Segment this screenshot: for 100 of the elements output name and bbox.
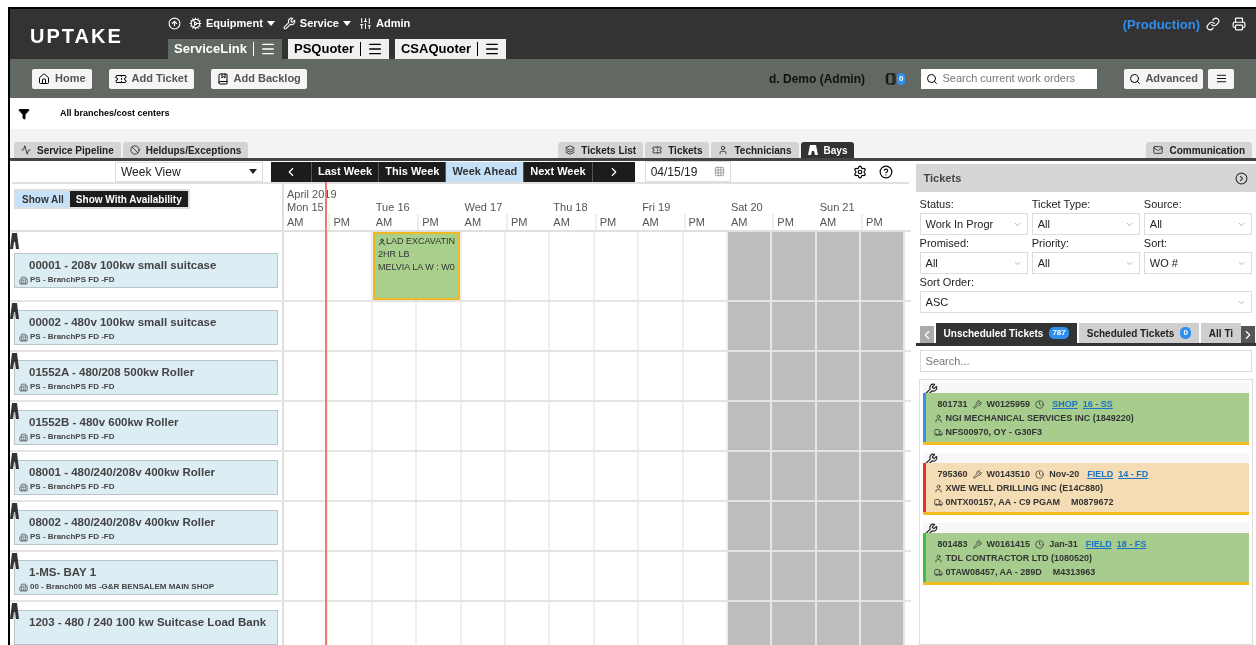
help-icon[interactable] — [878, 164, 893, 179]
nav-menu[interactable]: Service — [282, 15, 351, 32]
schedule-slot[interactable] — [816, 602, 862, 645]
schedule-slot[interactable] — [772, 602, 817, 645]
bay-card[interactable]: 01552A - 480/208 500kw Roller PS - BranchPS FD -FD — [14, 360, 278, 395]
schedule-slot[interactable] — [816, 502, 862, 550]
advanced-search-button[interactable]: Advanced — [1124, 68, 1203, 89]
view-tab[interactable]: Tickets — [645, 142, 710, 158]
search-box[interactable]: Search current work orders — [921, 68, 1098, 89]
view-tab[interactable]: Technicians — [711, 142, 799, 158]
ticket-card[interactable]: 795360 W0143510 Nov-20 FIELD 14 - FD XWE WELL DRILLING INC (E14C880) 0NTX00157, AA - C9 PGAM M0879672 — [922, 463, 1249, 515]
view-tab[interactable]: Tickets List — [558, 142, 644, 158]
bay-branch: PS - BranchPS FD -FD — [30, 331, 115, 344]
schedule-slot[interactable] — [772, 452, 817, 500]
upload-icon[interactable] — [168, 16, 181, 30]
schedule-slot[interactable] — [816, 352, 862, 400]
schedule-slot[interactable] — [727, 402, 773, 450]
scroll-right-button[interactable] — [1241, 326, 1256, 343]
day-label: Sun 21 — [818, 200, 856, 214]
ticket-tab[interactable]: Scheduled Tickets 0 — [1078, 323, 1199, 343]
link-icon[interactable] — [1206, 17, 1220, 31]
bay-card[interactable]: 01552B - 480v 600kw Roller PS - BranchPS FD -FD — [14, 410, 278, 445]
ticket-search-field[interactable]: Search... — [919, 350, 1252, 372]
filter-select[interactable]: All — [1031, 213, 1140, 235]
schedule-slot[interactable] — [816, 302, 862, 350]
bay-card[interactable]: 08002 - 480/240/208v 400kw Roller PS - BranchPS FD -FD — [14, 510, 278, 545]
bay-card[interactable]: 00002 - 480v 100kw small suitcase PS - BranchPS FD -FD — [14, 310, 278, 345]
menu-button[interactable] — [1208, 68, 1234, 89]
filter-select[interactable]: All — [1031, 252, 1140, 274]
filter-select[interactable]: All — [1143, 213, 1252, 235]
print-icon[interactable] — [1232, 17, 1246, 31]
half-day-label: PM — [861, 214, 906, 230]
schedule-slot[interactable] — [772, 502, 817, 550]
toolbar-button[interactable]: Add Ticket — [108, 68, 194, 89]
day-label: Mon 15 — [286, 200, 325, 214]
filter-select[interactable]: All — [919, 252, 1028, 274]
bay-card[interactable]: 00001 - 208v 100kw small suitcase PS - BranchPS FD -FD — [14, 253, 278, 288]
view-tab[interactable]: Bays — [800, 142, 855, 158]
week-nav-button[interactable]: Week Ahead — [446, 161, 525, 182]
view-tab[interactable]: Service Pipeline — [14, 142, 121, 158]
nav-menu[interactable]: Equipment — [189, 15, 275, 32]
ticket-date: Nov-20 — [1049, 468, 1080, 481]
app-tab[interactable]: CSAQuoter — [394, 39, 507, 59]
nav-menu[interactable]: Admin — [359, 15, 411, 32]
expand-icon[interactable] — [1235, 171, 1248, 185]
filter-select[interactable]: Work In Progr — [919, 213, 1028, 235]
schedule-slot[interactable] — [861, 402, 906, 450]
schedule-slot[interactable] — [772, 232, 817, 300]
schedule-slot[interactable] — [727, 502, 773, 550]
truck-icon — [933, 427, 943, 437]
schedule-slot[interactable] — [861, 232, 906, 300]
schedule-slot[interactable] — [816, 452, 862, 500]
search-field[interactable]: Search current work orders — [942, 70, 1093, 87]
ticket-tab[interactable]: All Ti — [1200, 323, 1242, 343]
toolbar-button[interactable]: Home — [32, 68, 92, 89]
schedule-slot[interactable] — [816, 232, 862, 300]
schedule-slot[interactable] — [861, 452, 906, 500]
ticket-tab[interactable]: Unscheduled Tickets 787 — [935, 323, 1077, 343]
booking-card[interactable]: LAD EXCAVATIN 2HR LB MELVIA LA W : W0 — [373, 232, 460, 300]
week-nav-button[interactable]: Next Week — [524, 161, 593, 182]
bay-card[interactable]: 1-MS- BAY 1 00 - Branch00 MS -G&R BENSALEM MAIN SHOP — [14, 560, 278, 595]
schedule-slot[interactable] — [727, 302, 773, 350]
bay-card[interactable]: 08001 - 480/240/208v 400kw Roller PS - BranchPS FD -FD — [14, 460, 278, 495]
filter-select[interactable]: ASC — [919, 291, 1252, 313]
view-tab[interactable]: Heldups/Exceptions — [122, 142, 249, 158]
schedule-slot[interactable] — [772, 402, 817, 450]
toolbar-button[interactable]: Add Backlog — [210, 68, 307, 89]
schedule-slot[interactable] — [861, 552, 906, 600]
schedule-slot[interactable] — [727, 602, 773, 645]
schedule-slot[interactable] — [727, 352, 773, 400]
schedule-slot[interactable] — [861, 602, 906, 645]
schedule-slot[interactable] — [816, 552, 862, 600]
availability-toggle[interactable]: Show All — [16, 191, 70, 207]
view-tab[interactable]: Communication — [1146, 142, 1252, 158]
schedule-slot[interactable] — [861, 352, 906, 400]
search-icon — [1129, 72, 1142, 85]
location-link[interactable]: FIELD — [1087, 467, 1114, 481]
app-tab[interactable]: ServiceLink — [168, 39, 282, 59]
scroll-left-button[interactable] — [919, 326, 934, 343]
bay-card[interactable]: 1203 - 480 / 240 100 kw Suitcase Load Bank — [14, 610, 278, 645]
branch-filter-label: All branches/cost centers — [60, 106, 170, 120]
filter-select[interactable]: WO # — [1143, 252, 1252, 274]
environment-link[interactable]: (Production) — [1122, 15, 1200, 35]
schedule-slot[interactable] — [772, 302, 817, 350]
settings-icon[interactable] — [852, 164, 867, 179]
schedule-slot[interactable] — [727, 452, 773, 500]
view-select[interactable]: Week View — [115, 161, 263, 182]
app-tab[interactable]: PSQuoter — [288, 39, 389, 59]
schedule-slot[interactable] — [816, 402, 862, 450]
schedule-slot[interactable] — [727, 552, 773, 600]
schedule-slot[interactable] — [772, 552, 817, 600]
schedule-slot[interactable] — [772, 352, 817, 400]
schedule-slot[interactable] — [727, 232, 773, 300]
schedule-slot[interactable] — [861, 502, 906, 550]
branch-link[interactable]: 14 - FD — [1118, 467, 1149, 481]
week-nav-button[interactable]: Last Week — [312, 161, 380, 182]
filter-icon[interactable] — [18, 107, 30, 120]
availability-toggle[interactable]: Show With Availability — [69, 191, 188, 207]
date-field[interactable]: 04/15/19 — [644, 161, 731, 182]
schedule-slot[interactable] — [861, 302, 906, 350]
